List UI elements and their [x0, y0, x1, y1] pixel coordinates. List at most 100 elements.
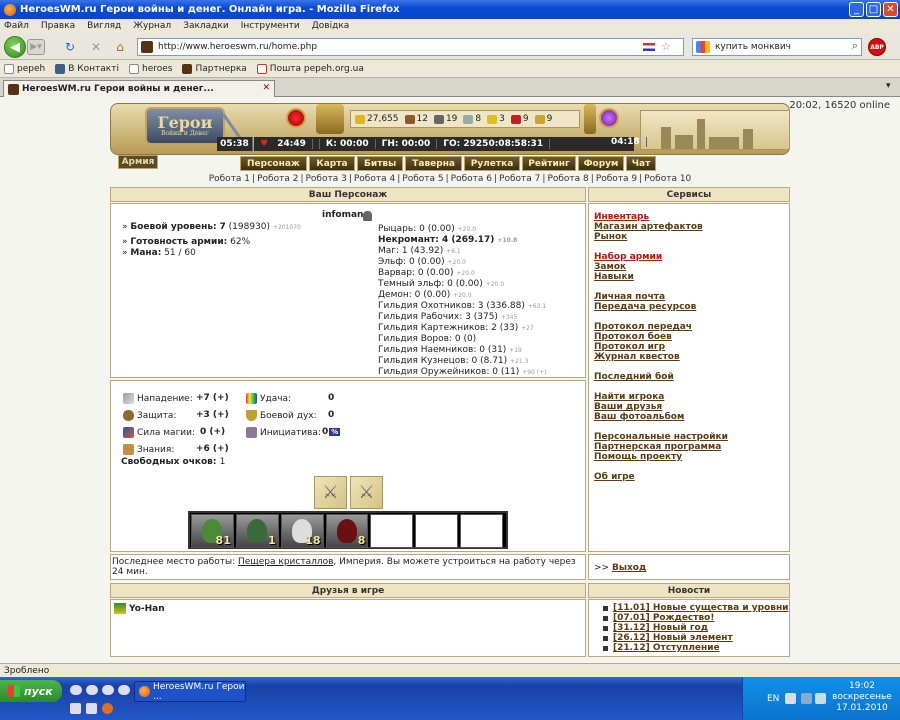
menu-tools[interactable]: Інструменти: [241, 21, 300, 31]
menu-view[interactable]: Вигляд: [87, 21, 121, 31]
menu-rating[interactable]: Рейтинг: [522, 156, 576, 171]
firefox-quicklaunch-icon[interactable]: [102, 703, 113, 714]
search-icon[interactable]: ⌕: [852, 39, 858, 53]
volume-icon[interactable]: [815, 693, 826, 704]
attack-value[interactable]: +7 (+): [196, 393, 229, 403]
robot-link[interactable]: Робота 8: [545, 174, 590, 184]
language-indicator[interactable]: EN: [767, 694, 779, 704]
robot-link[interactable]: Робота 6: [449, 174, 494, 184]
bookmark-vkontakte[interactable]: В Контакті: [55, 63, 119, 74]
robot-link[interactable]: Робота 9: [594, 174, 639, 184]
robot-link[interactable]: Робота 10: [642, 174, 693, 184]
bookmark-mail[interactable]: Пошта pepeh.org.ua: [256, 63, 364, 74]
sword-weapon-icon[interactable]: ⚔: [350, 476, 383, 509]
robot-link[interactable]: Робота 7: [497, 174, 542, 184]
character-name[interactable]: infoman: [322, 210, 363, 220]
army-slot-goblin[interactable]: 81: [191, 514, 234, 548]
tab-list-icon[interactable]: ▾: [886, 81, 891, 91]
news-item[interactable]: [31.12] Новый год: [613, 623, 708, 633]
news-item[interactable]: [26.12] Новый элемент: [613, 633, 733, 643]
service-link[interactable]: Ваш фотоальбом: [594, 412, 784, 422]
bookmark-pepeh[interactable]: pepeh: [4, 63, 45, 74]
quicklaunch-icon[interactable]: [70, 703, 81, 714]
service-link[interactable]: Об игре: [594, 472, 784, 482]
service-link[interactable]: Ваши друзья: [594, 402, 784, 412]
window-titlebar[interactable]: HeroesWM.ru Герои войны и денег. Онлайн …: [0, 0, 900, 19]
robot-link[interactable]: Робота 2: [255, 174, 300, 184]
forward-button[interactable]: ▶▾: [27, 39, 45, 55]
close-window-button[interactable]: ✕: [883, 2, 898, 17]
network-icon[interactable]: [801, 693, 812, 704]
taskbar-item-firefox[interactable]: HeroesWM.ru Герои ...: [134, 681, 246, 702]
menu-tavern[interactable]: Таверна: [405, 156, 462, 171]
reload-icon[interactable]: ↻: [62, 39, 78, 55]
exit-link[interactable]: Выход: [612, 563, 646, 573]
menu-forum[interactable]: Форум: [578, 156, 624, 171]
robot-link[interactable]: Робота 4: [352, 174, 397, 184]
url-bar[interactable]: http://www.heroeswm.ru/home.php ☆: [137, 38, 684, 56]
bookmark-partnerka[interactable]: Партнерка: [182, 63, 247, 74]
bookmark-heroes[interactable]: heroes: [128, 63, 172, 74]
bookmark-star-icon[interactable]: ☆: [661, 40, 671, 53]
magic-value[interactable]: 0 (+): [200, 427, 225, 437]
army-slot-empty[interactable]: [415, 514, 459, 548]
robot-link[interactable]: Робота 5: [400, 174, 445, 184]
clock[interactable]: 19:02 воскресенье 17.01.2010: [827, 681, 897, 714]
knowledge-value[interactable]: +6 (+): [196, 444, 229, 454]
back-button[interactable]: ◀: [4, 36, 26, 58]
service-link[interactable]: Замок: [594, 262, 784, 272]
robot-link[interactable]: Робота 3: [303, 174, 348, 184]
menu-roulette[interactable]: Рулетка: [464, 156, 520, 171]
menu-history[interactable]: Журнал: [133, 21, 171, 31]
game-logo[interactable]: Герои Войны и Денег: [145, 107, 225, 145]
quicklaunch-icon[interactable]: [102, 685, 114, 695]
close-tab-icon[interactable]: ✕: [262, 83, 270, 93]
service-link[interactable]: Инвентарь: [594, 212, 784, 222]
menu-help[interactable]: Довідка: [312, 21, 350, 31]
army-button[interactable]: Армия: [118, 155, 158, 169]
mana-potion-icon[interactable]: [599, 108, 619, 128]
defense-value[interactable]: +3 (+): [196, 410, 229, 420]
adblock-icon[interactable]: ABP: [868, 38, 886, 56]
quicklaunch-icon[interactable]: [118, 685, 130, 695]
service-link[interactable]: Протокол боев: [594, 332, 784, 342]
service-link[interactable]: Передача ресурсов: [594, 302, 784, 312]
menu-file[interactable]: Файл: [4, 21, 29, 31]
stop-icon[interactable]: ✕: [88, 39, 104, 55]
quicklaunch-icon[interactable]: [70, 685, 82, 695]
menu-edit[interactable]: Правка: [41, 21, 75, 31]
menu-bookmarks[interactable]: Закладки: [183, 21, 229, 31]
service-link[interactable]: Помощь проекту: [594, 452, 784, 462]
minimize-button[interactable]: _: [849, 2, 864, 17]
health-icon[interactable]: [286, 108, 306, 128]
service-link[interactable]: Персональные настройки: [594, 432, 784, 442]
sword-weapon-icon[interactable]: ⚔: [314, 476, 347, 509]
news-item[interactable]: [11.01] Новые существа и уровни: [613, 603, 788, 613]
service-link[interactable]: Магазин артефактов: [594, 222, 784, 232]
service-link[interactable]: Партнерская программа: [594, 442, 784, 452]
home-icon[interactable]: ⌂: [112, 39, 128, 55]
service-link[interactable]: Набор армии: [594, 252, 784, 262]
menu-battles[interactable]: Битвы: [357, 156, 404, 171]
news-item[interactable]: [21.12] Отступление: [613, 643, 720, 653]
tab-heroes[interactable]: HeroesWM.ru Герои войны и денег... ✕: [3, 80, 275, 97]
service-link[interactable]: Последний бой: [594, 372, 784, 382]
news-item[interactable]: [07.01] Рождество!: [613, 613, 714, 623]
army-slot-empty[interactable]: [370, 514, 414, 548]
service-link[interactable]: Журнал квестов: [594, 352, 784, 362]
menu-chat[interactable]: Чат: [626, 156, 656, 171]
service-link[interactable]: Навыки: [594, 272, 784, 282]
army-slot-vampire[interactable]: 8: [325, 514, 369, 548]
work-place-link[interactable]: Пещера кристаллов: [238, 557, 333, 567]
service-link[interactable]: Личная почта: [594, 292, 784, 302]
search-bar[interactable]: купить монквич ⌕: [692, 38, 862, 56]
friend-item[interactable]: Yo-Han: [114, 603, 165, 614]
army-slot-orc[interactable]: 1: [235, 514, 279, 548]
menu-map[interactable]: Карта: [308, 156, 356, 171]
service-link[interactable]: Протокол игр: [594, 342, 784, 352]
maximize-button[interactable]: □: [866, 2, 881, 17]
menu-character[interactable]: Персонаж: [240, 156, 307, 171]
start-button[interactable]: пуск: [0, 680, 62, 702]
robot-link[interactable]: Робота 1: [207, 174, 252, 184]
army-slot-skeleton[interactable]: 18: [280, 514, 324, 548]
